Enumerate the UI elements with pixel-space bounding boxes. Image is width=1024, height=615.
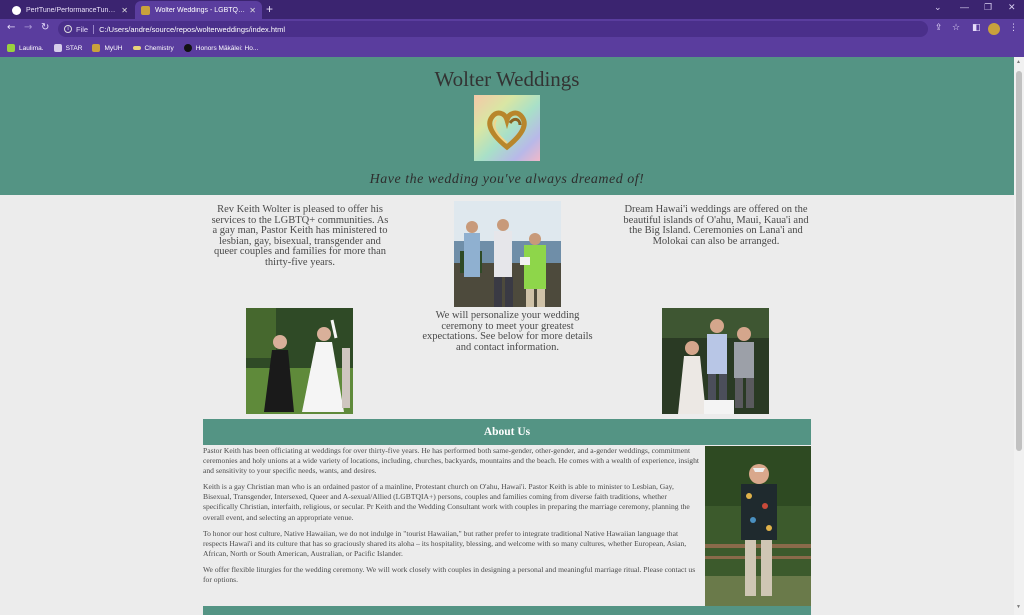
share-icon[interactable]: ⇪ <box>935 23 943 33</box>
bookmark-star-icon[interactable]: ☆ <box>952 23 960 33</box>
minimize-icon[interactable]: — <box>960 2 969 12</box>
scrollbar-thumb[interactable] <box>1016 71 1022 451</box>
page-favicon <box>141 5 150 15</box>
tab-search-icon[interactable]: ⌄ <box>934 2 942 13</box>
bookmark-label: STAR <box>65 44 83 52</box>
pastor-photo <box>705 446 811 606</box>
hero-banner: Wolter Weddings Have the wedding you've … <box>0 57 1014 195</box>
officiant-photo <box>454 201 561 307</box>
about-paragraph: To honor our host culture, Native Hawaii… <box>203 528 687 558</box>
chemistry-icon <box>132 46 141 50</box>
bookmark-laulima[interactable]: Laulima. <box>7 44 44 52</box>
bookmark-label: Laulima. <box>19 44 44 52</box>
reload-icon[interactable]: ↻ <box>41 22 49 33</box>
close-tab-icon[interactable]: ✕ <box>249 6 256 15</box>
about-paragraph: Keith is a gay Christian man who is an o… <box>203 482 690 522</box>
tagline: Have the wedding you've always dreamed o… <box>369 172 645 187</box>
forward-icon[interactable]: → <box>24 22 32 33</box>
address-scheme: File <box>76 24 89 34</box>
scroll-down-icon[interactable]: ▼ <box>1016 605 1021 610</box>
close-tab-icon[interactable]: ✕ <box>121 6 128 15</box>
rings-logo <box>474 95 540 161</box>
bookmark-honors[interactable]: Honors Mākālei: Ho... <box>183 44 259 52</box>
info-icon[interactable]: i <box>64 25 72 33</box>
github-icon <box>12 5 21 15</box>
tab-wolter-weddings[interactable]: Wolter Weddings - LGBTQ+ Wedd ✕ <box>135 1 262 19</box>
bookmarks-bar: Laulima. STAR MyUH Chemistry Honors Mākā… <box>0 39 1024 57</box>
page-viewport: Wolter Weddings Have the wedding you've … <box>0 57 1014 615</box>
address-divider <box>93 24 95 34</box>
myuh-icon <box>92 44 101 52</box>
about-paragraph: We offer flexible liturgies for the wedd… <box>203 564 696 585</box>
intro-left-text: Rev Keith Wolter is pleased to offer his… <box>211 204 389 268</box>
honors-icon <box>183 44 192 52</box>
about-heading: About Us <box>203 419 811 445</box>
bookmark-label: Chemistry <box>144 44 174 52</box>
restore-icon[interactable]: ❐ <box>984 2 992 13</box>
about-text: Pastor Keith has been officiating at wed… <box>203 446 703 591</box>
tab-perftune[interactable]: PerfTune/PerformanceTune.ps1 at ✕ <box>6 1 134 19</box>
contact-heading-bar <box>203 606 811 615</box>
bookmark-star[interactable]: STAR <box>53 44 83 52</box>
bookmark-myuh[interactable]: MyUH <box>92 44 123 52</box>
about-paragraph: Pastor Keith has been officiating at wed… <box>203 446 699 476</box>
sidebar-icon[interactable]: ◧ <box>972 23 981 33</box>
back-icon[interactable]: ← <box>7 22 15 33</box>
bookmark-label: MyUH <box>104 44 123 52</box>
bookmark-chemistry[interactable]: Chemistry <box>132 44 174 52</box>
page-scrollbar[interactable]: ▲ ▼ <box>1014 57 1024 615</box>
page-title: Wolter Weddings <box>434 67 580 91</box>
intro-right-text: Dream Hawai'i weddings are offered on th… <box>623 204 809 247</box>
address-url: C:/Users/andre/source/repos/wolterweddin… <box>99 24 286 34</box>
tab-title: Wolter Weddings - LGBTQ+ Wedd <box>155 6 245 14</box>
tab-strip: PerfTune/PerformanceTune.ps1 at ✕ Wolter… <box>0 0 1024 19</box>
brides-photo <box>246 308 353 414</box>
bookmark-label: Honors Mākālei: Ho... <box>195 44 259 52</box>
grooms-photo <box>662 308 769 414</box>
address-bar[interactable]: i File C:/Users/andre/source/repos/wolte… <box>58 21 928 37</box>
window-close-icon[interactable]: ✕ <box>1008 2 1016 13</box>
laulima-icon <box>7 44 15 52</box>
menu-icon[interactable]: ⋮ <box>1009 23 1018 33</box>
tab-title: PerfTune/PerformanceTune.ps1 at <box>26 6 118 14</box>
new-tab-icon[interactable]: + <box>266 2 273 16</box>
scroll-up-icon[interactable]: ▲ <box>1016 60 1021 65</box>
profile-avatar[interactable] <box>988 23 1000 35</box>
browser-toolbar: ← → ↻ i File C:/Users/andre/source/repos… <box>0 19 1024 39</box>
star-icon <box>53 44 62 52</box>
intro-center-text: We will personalize your wedding ceremon… <box>422 310 593 353</box>
